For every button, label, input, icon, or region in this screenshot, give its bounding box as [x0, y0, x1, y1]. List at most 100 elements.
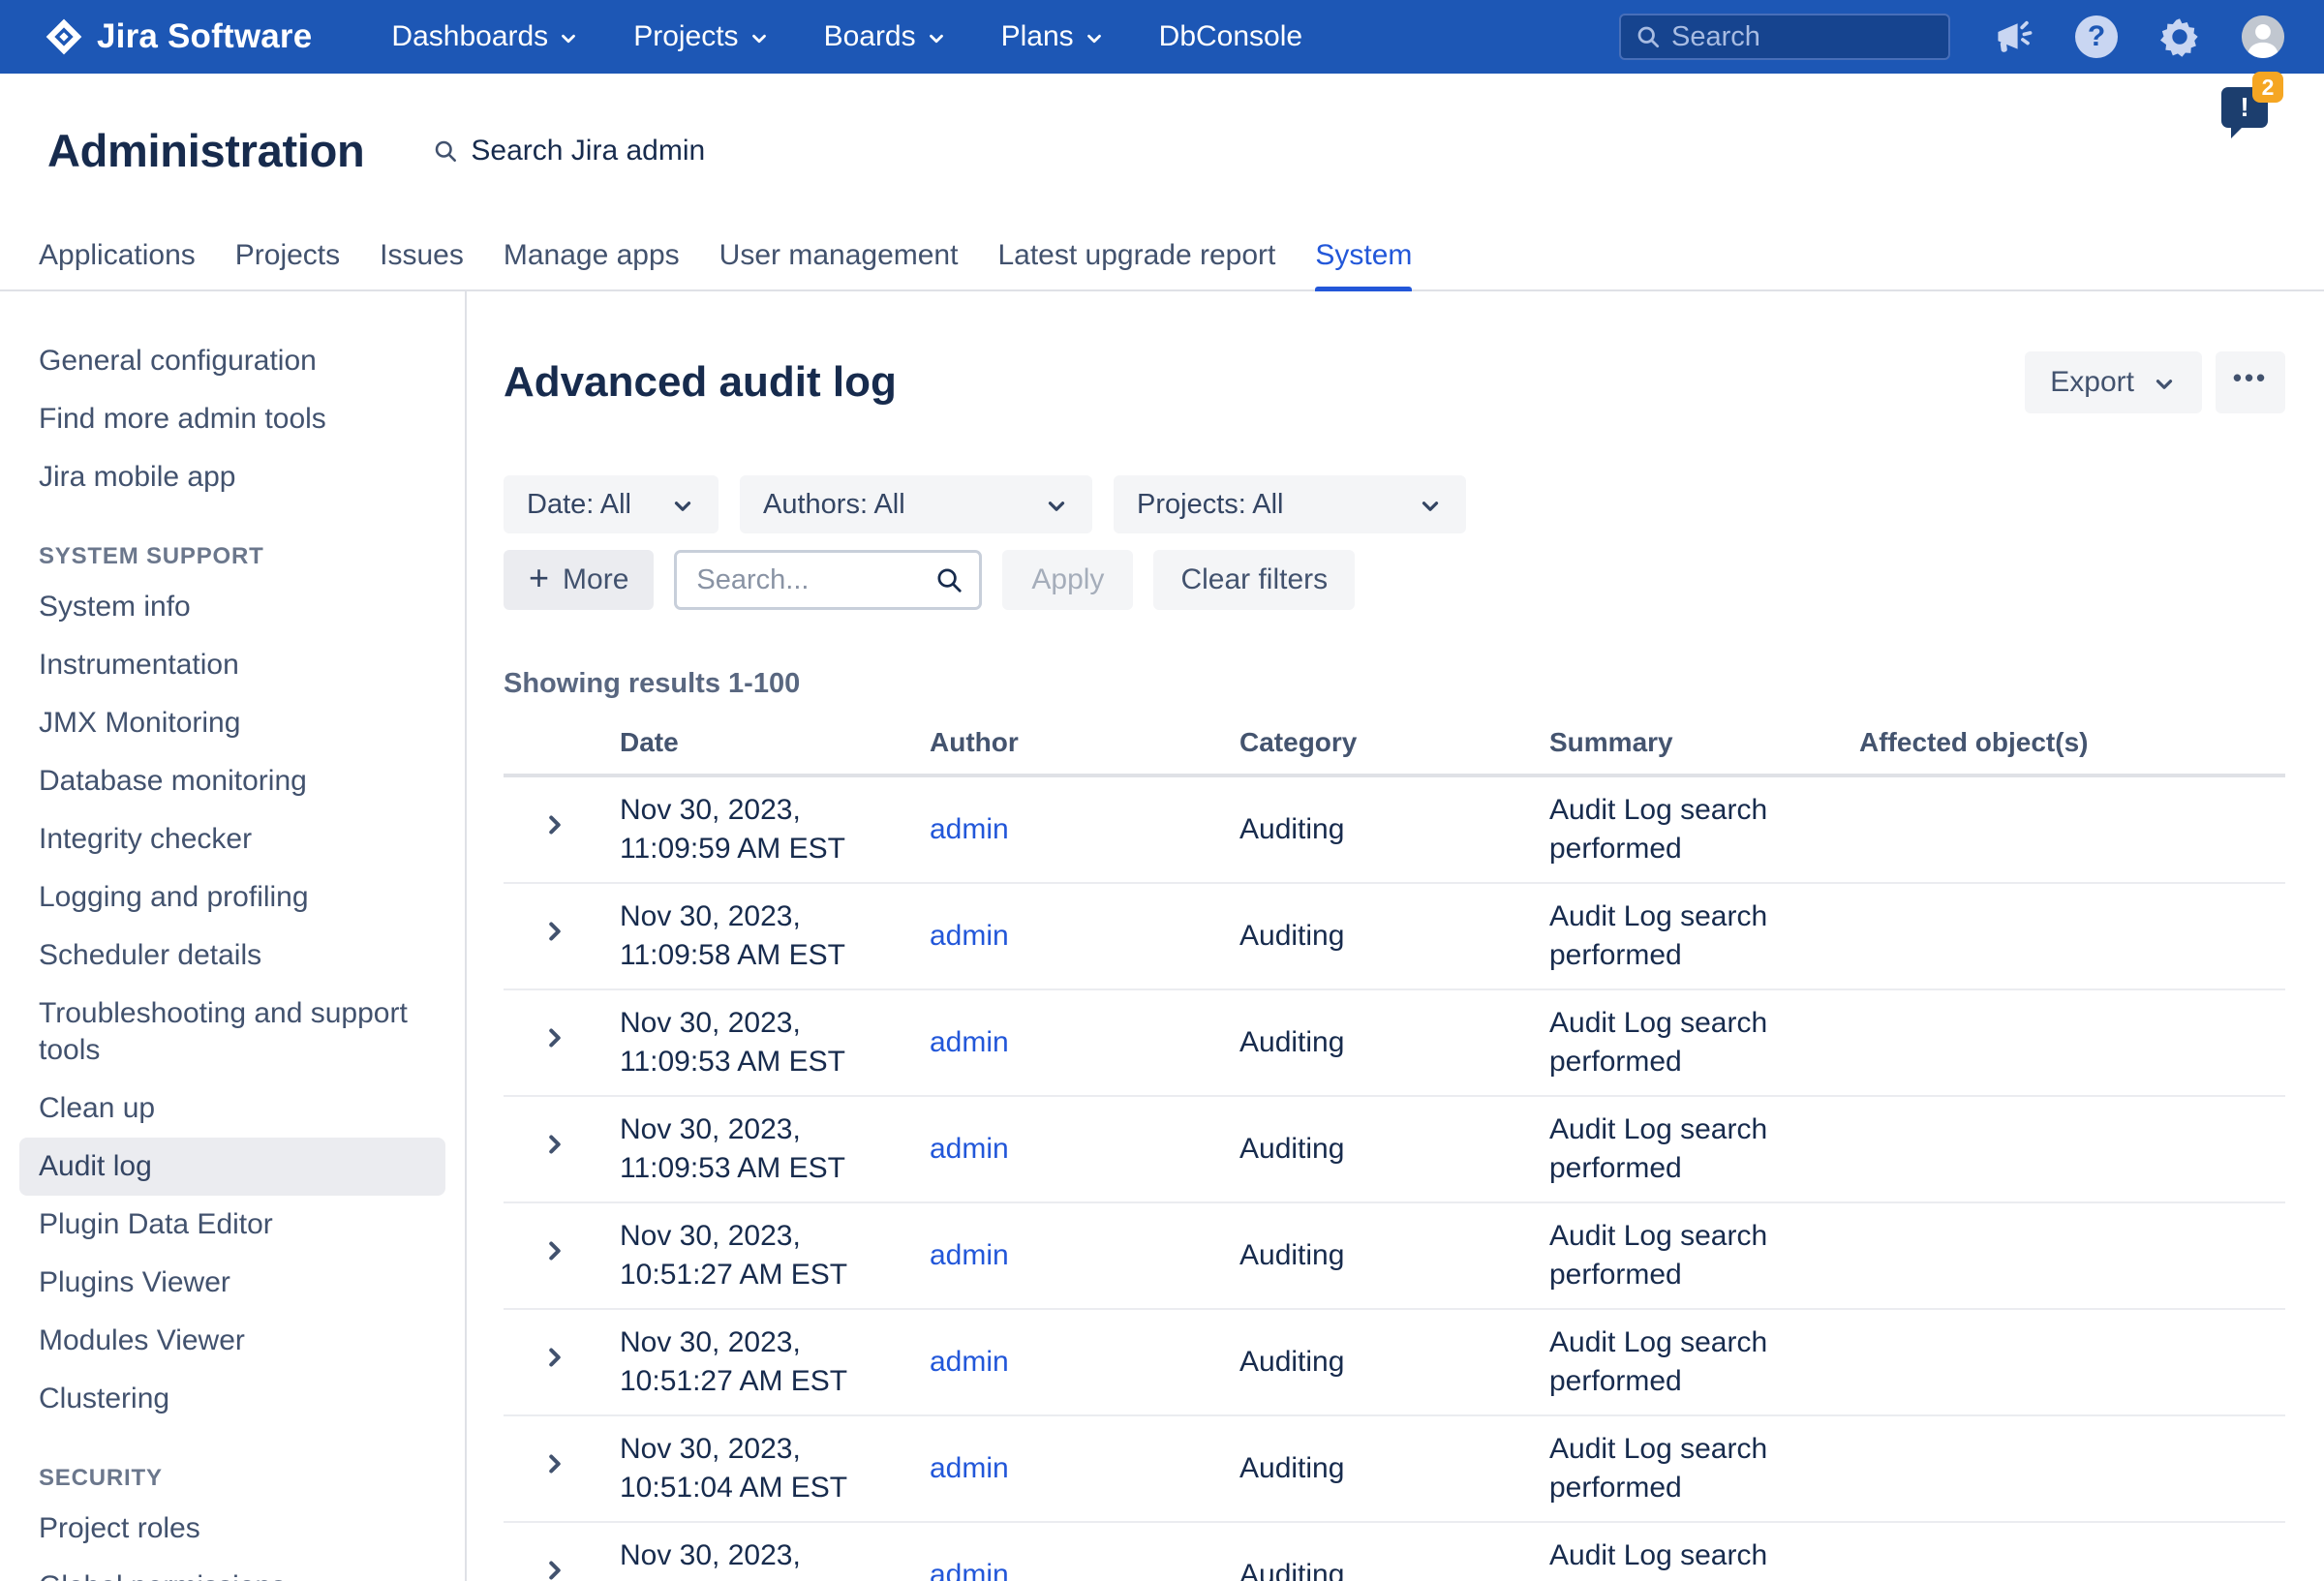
tab-issues[interactable]: Issues	[380, 239, 464, 289]
chevron-right-icon[interactable]	[540, 1130, 569, 1159]
feedback-button[interactable]: ! 2	[2221, 87, 2268, 128]
sidebar-item-integrity-checker[interactable]: Integrity checker	[0, 810, 465, 868]
sidebar-item-jira-mobile-app[interactable]: Jira mobile app	[0, 448, 465, 506]
chevron-right-icon[interactable]	[540, 1236, 569, 1265]
sidebar-section-heading: SYSTEM SUPPORT	[0, 535, 465, 578]
nav-item-dbconsole[interactable]: DbConsole	[1159, 20, 1302, 53]
category-cell: Auditing	[1239, 1023, 1549, 1062]
sidebar-item-scheduler-details[interactable]: Scheduler details	[0, 927, 465, 985]
nav-search-input[interactable]	[1671, 21, 1894, 53]
chevron-down-icon	[1044, 494, 1069, 519]
avatar	[2242, 15, 2284, 58]
search-icon	[432, 137, 459, 165]
nav-item-plans[interactable]: Plans	[1001, 20, 1105, 53]
gear-icon	[2158, 15, 2201, 58]
chevron-right-icon[interactable]	[540, 1343, 569, 1372]
chevron-right-icon[interactable]	[540, 917, 569, 946]
tab-projects[interactable]: Projects	[235, 239, 340, 289]
sidebar-item-database-monitoring[interactable]: Database monitoring	[0, 752, 465, 810]
settings-button[interactable]	[2157, 15, 2202, 59]
chevron-right-icon[interactable]	[540, 1023, 569, 1052]
sidebar-item-instrumentation[interactable]: Instrumentation	[0, 636, 465, 694]
author-link[interactable]: admin	[930, 1133, 1009, 1165]
date-cell: Nov 30, 2023, 10:51:27 AM EST	[620, 1323, 930, 1401]
expand-cell	[504, 1130, 620, 1170]
author-link[interactable]: admin	[930, 1452, 1009, 1484]
admin-title: Administration	[47, 124, 364, 177]
author-link[interactable]: admin	[930, 1239, 1009, 1271]
author-link[interactable]: admin	[930, 813, 1009, 845]
chevron-down-icon	[1084, 28, 1105, 49]
date-cell: Nov 30, 2023, 11:09:53 AM EST	[620, 1004, 930, 1081]
sidebar-item-project-roles[interactable]: Project roles	[0, 1500, 465, 1558]
table-search-input[interactable]	[696, 564, 909, 596]
apply-button[interactable]: Apply	[1002, 550, 1133, 610]
tab-system[interactable]: System	[1315, 239, 1412, 289]
chevron-right-icon[interactable]	[540, 1449, 569, 1478]
admin-header: Administration Search Jira admin ! 2	[0, 74, 2324, 177]
sidebar-item-system-info[interactable]: System info	[0, 578, 465, 636]
authors-filter[interactable]: Authors: All	[740, 475, 1092, 533]
help-button[interactable]: ?	[2074, 15, 2119, 59]
sidebar-item-find-more-admin-tools[interactable]: Find more admin tools	[0, 390, 465, 448]
author-link[interactable]: admin	[930, 920, 1009, 952]
tab-latest-upgrade-report[interactable]: Latest upgrade report	[997, 239, 1275, 289]
column-header-affected-object-s: Affected object(s)	[1859, 727, 2285, 758]
nav-item-projects[interactable]: Projects	[633, 20, 769, 53]
chevron-right-icon[interactable]	[540, 1556, 569, 1581]
megaphone-icon	[1992, 15, 2034, 58]
sidebar-item-clean-up[interactable]: Clean up	[0, 1079, 465, 1138]
sidebar-item-global-permissions[interactable]: Global permissions	[0, 1558, 465, 1581]
more-actions-button[interactable]: •••	[2216, 351, 2285, 413]
table-row: Nov 30, 2023, 10:51:27 AM ESTadminAuditi…	[504, 1203, 2285, 1310]
summary-cell: Audit Log search performed	[1549, 897, 1859, 975]
projects-filter[interactable]: Projects: All	[1114, 475, 1466, 533]
sidebar-item-jmx-monitoring[interactable]: JMX Monitoring	[0, 694, 465, 752]
author-cell: admin	[930, 810, 1239, 849]
sidebar-item-logging-and-profiling[interactable]: Logging and profiling	[0, 868, 465, 927]
announcements-button[interactable]	[1991, 15, 2035, 59]
nav-item-boards[interactable]: Boards	[824, 20, 947, 53]
clear-filters-button[interactable]: Clear filters	[1153, 550, 1355, 610]
expand-cell	[504, 1449, 620, 1489]
tab-applications[interactable]: Applications	[39, 239, 196, 289]
feedback-bubble-icon: ! 2	[2221, 87, 2268, 128]
profile-button[interactable]	[2241, 15, 2285, 59]
tab-manage-apps[interactable]: Manage apps	[504, 239, 680, 289]
chevron-right-icon[interactable]	[540, 810, 569, 839]
more-filters-button[interactable]: + More	[504, 550, 654, 610]
page-title: Advanced audit log	[504, 358, 897, 407]
expand-cell	[504, 1236, 620, 1276]
brand-name: Jira Software	[97, 17, 312, 56]
nav-item-dashboards[interactable]: Dashboards	[391, 20, 579, 53]
tab-user-management[interactable]: User management	[719, 239, 959, 289]
nav-item-label: Boards	[824, 20, 916, 53]
sidebar-item-modules-viewer[interactable]: Modules Viewer	[0, 1312, 465, 1370]
jira-logo[interactable]: Jira Software	[45, 17, 312, 56]
author-link[interactable]: admin	[930, 1346, 1009, 1378]
admin-search[interactable]: Search Jira admin	[432, 135, 705, 167]
nav-icons: ?	[1991, 15, 2285, 59]
column-header-category: Category	[1239, 727, 1549, 758]
date-filter[interactable]: Date: All	[504, 475, 719, 533]
category-cell: Auditing	[1239, 1556, 1549, 1581]
author-link[interactable]: admin	[930, 1026, 1009, 1058]
expand-cell	[504, 810, 620, 850]
table-row: Nov 30, 2023, 11:09:53 AM ESTadminAuditi…	[504, 1097, 2285, 1203]
author-cell: admin	[930, 1236, 1239, 1275]
sidebar-item-clustering[interactable]: Clustering	[0, 1370, 465, 1428]
sidebar-item-troubleshooting-and-support-tools[interactable]: Troubleshooting and support tools	[0, 985, 465, 1079]
sidebar-item-plugins-viewer[interactable]: Plugins Viewer	[0, 1254, 465, 1312]
table-row: Nov 30, 2023, 11:09:59 AM ESTadminAuditi…	[504, 777, 2285, 884]
author-link[interactable]: admin	[930, 1559, 1009, 1581]
summary-cell: Audit Log search performed	[1549, 791, 1859, 868]
nav-search	[1619, 14, 1950, 60]
search-icon[interactable]	[934, 565, 963, 594]
nav-item-label: Dashboards	[391, 20, 548, 53]
sidebar-item-plugin-data-editor[interactable]: Plugin Data Editor	[0, 1196, 465, 1254]
sidebar-item-audit-log[interactable]: Audit log	[19, 1138, 445, 1196]
export-button[interactable]: Export	[2025, 351, 2202, 413]
main-panel: Advanced audit log Export ••• Date: All	[467, 291, 2324, 1581]
sidebar-item-general-configuration[interactable]: General configuration	[0, 332, 465, 390]
nav-menu: Dashboards Projects Boards Plans DbConsole	[391, 20, 1302, 53]
